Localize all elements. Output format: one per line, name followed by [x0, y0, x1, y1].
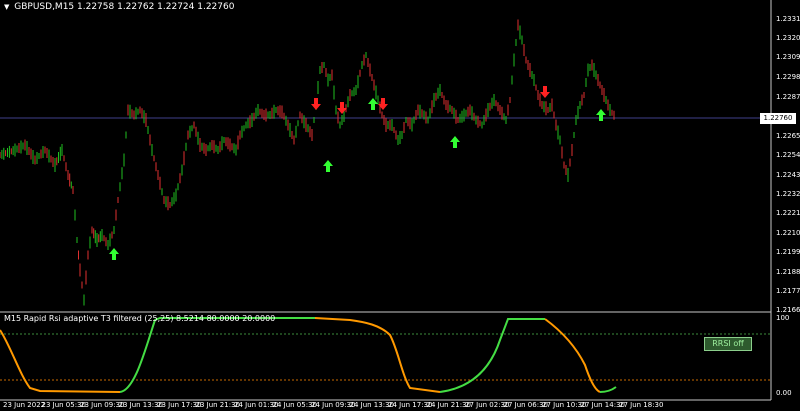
- time-tick-label: 27 Jun 18:30: [619, 401, 664, 409]
- chart-window[interactable]: ▼ GBPUSD,M15 1.22758 1.22762 1.22724 1.2…: [0, 0, 800, 411]
- rsi-line-segment: [599, 386, 617, 393]
- rsi-line-segment: [119, 317, 315, 393]
- sell-arrow-icon: [540, 86, 550, 98]
- rrsi-toggle-button[interactable]: RRSI off: [704, 337, 752, 351]
- price-tick-label: 1.22210: [776, 209, 800, 217]
- price-tick-label: 1.21770: [776, 287, 800, 295]
- buy-arrow-icon: [596, 109, 606, 121]
- rsi-line-segment: [0, 329, 121, 393]
- indicator-tick-label: 100: [776, 314, 790, 322]
- price-tick-label: 1.23200: [776, 34, 800, 42]
- time-tick-label: 23 Jun 2022: [3, 401, 46, 409]
- price-tick-label: 1.23090: [776, 53, 800, 61]
- indicator-tick-label: 0.00: [776, 389, 792, 397]
- price-tick-label: 1.22540: [776, 151, 800, 159]
- price-tick-label: 1.21880: [776, 268, 800, 276]
- chart-title: ▼ GBPUSD,M15 1.22758 1.22762 1.22724 1.2…: [4, 2, 234, 12]
- collapse-arrow-icon[interactable]: ▼: [4, 3, 9, 11]
- rsi-line-segment: [544, 318, 601, 393]
- indicator-title: M15 Rapid Rsi adaptive T3 filtered (25,2…: [4, 314, 276, 323]
- buy-arrow-icon: [450, 136, 460, 148]
- price-tick-label: 1.22100: [776, 229, 800, 237]
- sell-arrow-icon: [311, 98, 321, 110]
- chart-canvas[interactable]: [0, 0, 800, 411]
- price-tick-label: 1.22870: [776, 93, 800, 101]
- buy-arrow-icon: [109, 248, 119, 260]
- price-tick-label: 1.22430: [776, 171, 800, 179]
- current-price-label: 1.22760: [760, 113, 796, 124]
- chart-title-text: GBPUSD,M15 1.22758 1.22762 1.22724 1.227…: [14, 2, 235, 12]
- price-tick-label: 1.21660: [776, 306, 800, 314]
- price-tick-label: 1.22980: [776, 73, 800, 81]
- price-tick-label: 1.22320: [776, 190, 800, 198]
- buy-arrow-icon: [323, 160, 333, 172]
- price-tick-label: 1.22650: [776, 132, 800, 140]
- price-tick-label: 1.21990: [776, 248, 800, 256]
- rsi-line-segment: [439, 318, 545, 393]
- buy-arrow-icon: [368, 98, 378, 110]
- price-tick-label: 1.23310: [776, 15, 800, 23]
- rsi-line-segment: [314, 317, 441, 393]
